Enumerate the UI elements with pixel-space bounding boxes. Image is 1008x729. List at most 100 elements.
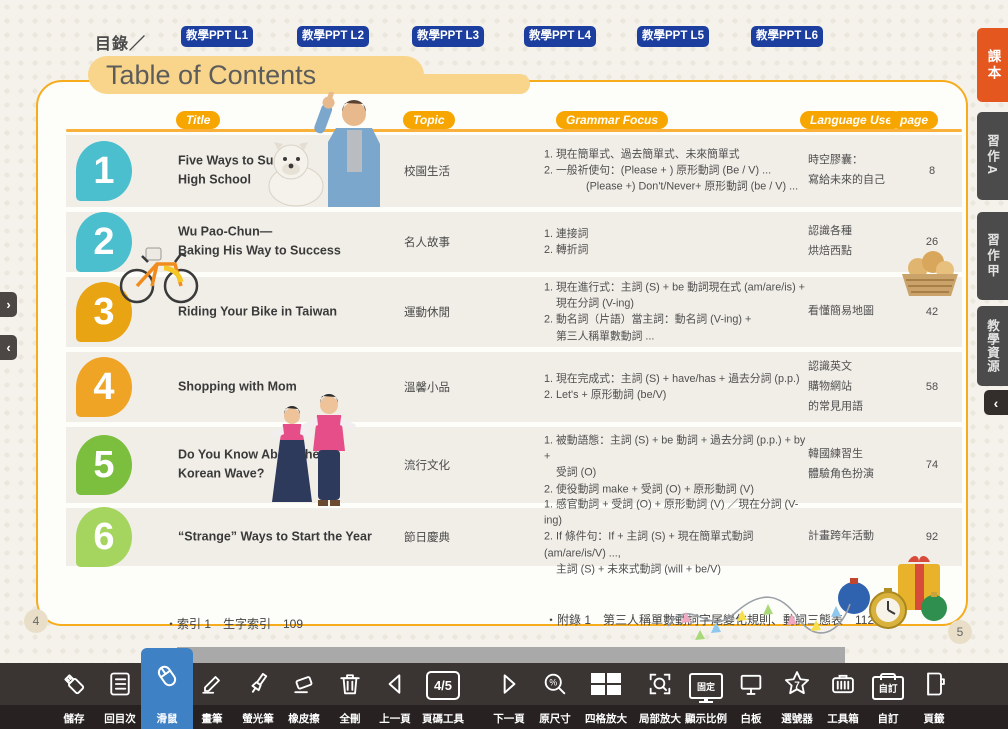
delete-all-button[interactable]: 全刪 — [327, 663, 373, 729]
table-row: 6 “Strange” Ways to Start the Year 節日慶典 … — [66, 508, 962, 566]
table-row: 2 Wu Pao-Chun— Baking His Way to Success… — [66, 212, 962, 272]
ppt-button-l2[interactable]: 教學PPT L2 — [297, 26, 369, 47]
lesson-grammar: 1. 被動語態：主詞 (S) + be 動詞 + 過去分詞 (p.p.) + b… — [544, 433, 812, 498]
toolbox-button[interactable]: 工具箱 — [820, 663, 866, 729]
side-tab-workbook-a[interactable]: 習作A — [977, 112, 1008, 200]
lesson-page-number: 42 — [912, 306, 952, 318]
lesson-page-number: 8 — [912, 165, 952, 177]
lesson-title: Shopping with Mom — [178, 377, 373, 396]
region-zoom-icon — [643, 668, 677, 700]
side-tab-teaching-resources[interactable]: 教學資源 — [977, 306, 1008, 386]
column-header-topic: Topic — [403, 111, 455, 129]
left-panel-collapse-button[interactable]: ‹ — [0, 335, 17, 360]
whiteboard-icon — [734, 668, 768, 700]
lesson-title: Do You Know About the Korean Wave? — [178, 446, 373, 485]
lesson-grammar: 1. 現在完成式：主詞 (S) + have/has + 過去分詞 (p.p.)… — [544, 371, 812, 403]
column-header-grammar: Grammar Focus — [556, 111, 668, 129]
next-page-button[interactable]: 下一頁 — [486, 663, 532, 729]
page-indicator-tool[interactable]: 4/5 頁碼工具 — [408, 663, 478, 729]
side-tab-textbook[interactable]: 課本 — [977, 28, 1008, 102]
lesson-number-badge: 4 — [76, 357, 132, 417]
quad-zoom-button[interactable]: 四格放大 — [578, 663, 634, 729]
lesson-number-badge: 2 — [76, 212, 132, 272]
eraser-tool-button[interactable]: 橡皮擦 — [281, 663, 327, 729]
side-tab-workbook-jia[interactable]: 習作甲 — [977, 212, 1008, 300]
left-panel-expand-button[interactable]: › — [0, 292, 17, 317]
index-item: ・索引 1 生字索引 109 — [165, 614, 303, 634]
lesson-topic: 運動休閒 — [404, 304, 514, 320]
zoom-percent-icon: % — [538, 668, 572, 700]
lesson-language-use: 韓國練習生 體驗角色扮演 — [808, 445, 908, 485]
next-page-icon — [492, 668, 526, 700]
appendix-item: ・附錄 1 第三人稱單數動詞字尾變化規則、動詞三態表 112 — [545, 610, 874, 630]
lesson-grammar: 1. 連接詞 2. 轉折詞 — [544, 226, 812, 258]
lesson-title: Riding Your Bike in Taiwan — [178, 302, 373, 321]
lesson-number-badge: 3 — [76, 282, 132, 342]
ppt-button-l6[interactable]: 教學PPT L6 — [751, 26, 823, 47]
lesson-page-number: 92 — [912, 531, 952, 543]
save-button[interactable]: 儲存 — [51, 663, 97, 729]
usb-save-icon — [57, 668, 91, 700]
table-row: 5 Do You Know About the Korean Wave? 流行文… — [66, 427, 962, 503]
lesson-title: Five Ways to Survive High School — [178, 152, 373, 191]
header-divider-line — [66, 129, 962, 132]
ebook-reader: 目錄／ Table of Contents 教學PPT L1 教學PPT L2 … — [0, 0, 1008, 729]
toc-chinese-label: 目錄／ — [95, 30, 146, 54]
lesson-topic: 溫馨小品 — [404, 379, 514, 395]
number-picker-button[interactable]: 7 選號器 — [774, 663, 820, 729]
ppt-button-l4[interactable]: 教學PPT L4 — [524, 26, 596, 47]
mouse-icon — [150, 660, 184, 692]
book-page-number-left: 4 — [24, 609, 48, 633]
toolbox-icon — [826, 668, 860, 700]
lesson-language-use: 看懂簡易地圖 — [808, 302, 908, 322]
table-row: 4 Shopping with Mom 溫馨小品 1. 現在完成式：主詞 (S)… — [66, 352, 962, 422]
side-tabs-collapse-button[interactable]: ‹ — [984, 390, 1008, 415]
mouse-tool-button-active[interactable]: 滑鼠 — [141, 648, 193, 729]
lesson-grammar: 1. 現在進行式：主詞 (S) + be 動詞現在式 (am/are/is) +… — [544, 280, 812, 345]
lesson-title: “Strange” Ways to Start the Year — [178, 527, 373, 546]
region-zoom-button[interactable]: 局部放大 — [634, 663, 686, 729]
column-header-page: page — [890, 111, 938, 129]
ppt-button-l5[interactable]: 教學PPT L5 — [637, 26, 709, 47]
page-title: Table of Contents — [88, 56, 424, 94]
display-ratio-button[interactable]: 固定 顯示比例 — [682, 663, 730, 729]
lesson-grammar: 1. 感官動詞 + 受詞 (O) + 原形動詞 (V) ／現在分詞 (V-ing… — [544, 497, 812, 578]
book-page-number-right: 5 — [948, 620, 972, 644]
chevron-left-icon: ‹ — [994, 395, 999, 411]
page-title-text: Table of Contents — [106, 60, 316, 91]
original-size-button[interactable]: % 原尺寸 — [532, 663, 578, 729]
pen-tool-button[interactable]: 畫筆 — [189, 663, 235, 729]
ppt-button-l1[interactable]: 教學PPT L1 — [181, 26, 253, 47]
lesson-language-use: 計畫跨年活動 — [808, 527, 908, 547]
display-ratio-icon: 固定 — [689, 670, 723, 702]
custom-icon-text: 自訂 — [878, 681, 897, 695]
display-ratio-icon-text: 固定 — [697, 680, 715, 693]
lesson-title: Wu Pao-Chun— Baking His Way to Success — [178, 223, 373, 262]
page-tab-button[interactable]: 頁籤 — [911, 663, 957, 729]
lesson-grammar: 1. 現在簡單式、過去簡單式、未來簡單式 2. 一般祈使句：(Please + … — [544, 147, 812, 196]
number-picker-star-icon: 7 — [780, 668, 814, 700]
lesson-language-use: 認識各種 烘焙西點 — [808, 222, 908, 262]
column-header-language: Language Use — [800, 111, 902, 129]
svg-text:%: % — [549, 678, 557, 688]
chevron-left-icon: ‹ — [6, 340, 10, 355]
whiteboard-button[interactable]: 白板 — [728, 663, 774, 729]
lesson-number-badge: 6 — [76, 507, 132, 567]
chevron-right-icon: › — [6, 297, 10, 312]
trash-icon — [333, 668, 367, 700]
customize-button[interactable]: 自訂 自訂 — [865, 663, 911, 729]
lesson-topic: 節日慶典 — [404, 529, 514, 545]
highlighter-tool-button[interactable]: 螢光筆 — [235, 663, 281, 729]
lesson-page-number: 26 — [912, 236, 952, 248]
eraser-icon — [287, 668, 321, 700]
lesson-page-number: 58 — [912, 381, 952, 393]
back-to-toc-button[interactable]: 回目次 — [97, 663, 143, 729]
ppt-button-l3[interactable]: 教學PPT L3 — [412, 26, 484, 47]
page-indicator-value[interactable]: 4/5 — [426, 671, 460, 700]
number-picker-value: 7 — [794, 680, 800, 691]
table-row: 1 Five Ways to Survive High School 校園生活 … — [66, 135, 962, 207]
lesson-topic: 名人故事 — [404, 234, 514, 250]
lesson-language-use: 認識英文 購物網站 的常見用語 — [808, 357, 908, 416]
highlighter-icon — [241, 668, 275, 700]
page-tab-icon — [917, 668, 951, 700]
